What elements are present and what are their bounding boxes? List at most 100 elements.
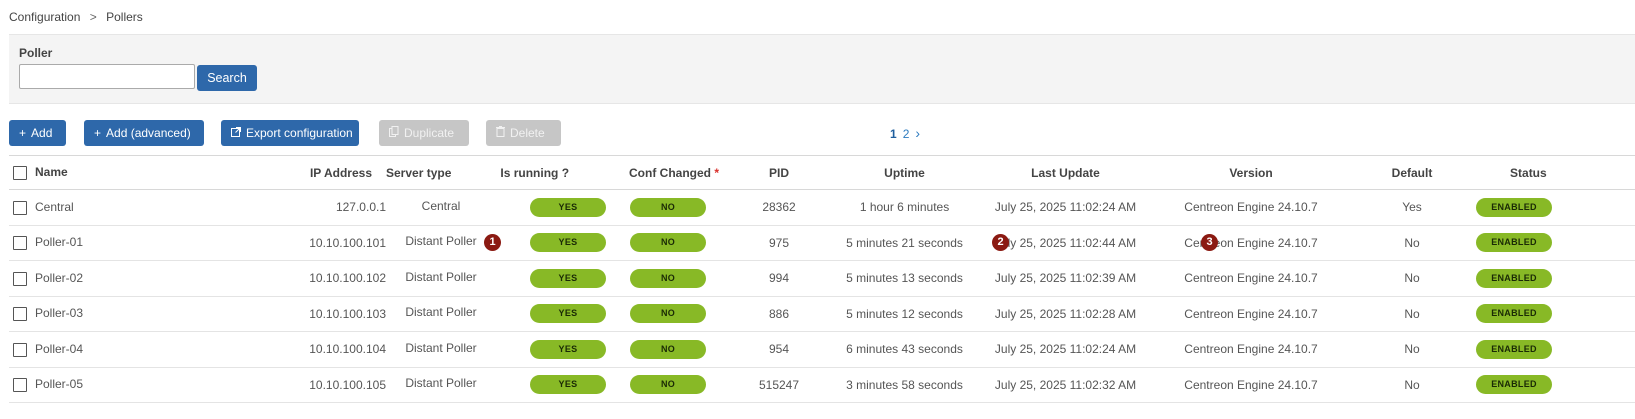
header-uptime[interactable]: Uptime: [829, 155, 981, 190]
cell-last-update: July 25, 2025 11:02:24 AM: [980, 189, 1152, 226]
add-advanced-button-label: Add (advanced): [106, 126, 191, 140]
header-ip[interactable]: IP Address: [209, 155, 396, 190]
conf-changed-badge: NO: [630, 197, 707, 217]
header-last-update[interactable]: Last Update: [980, 155, 1152, 190]
cell-pid: 975: [729, 225, 830, 261]
header-version[interactable]: Version: [1151, 155, 1352, 190]
poller-name-link[interactable]: Poller-04: [35, 342, 83, 356]
cell-default: No: [1351, 260, 1474, 297]
row-checkbox[interactable]: [13, 378, 27, 393]
header-server-type[interactable]: Server type Is running ?: [386, 155, 620, 190]
pagination: 1 2 ›: [890, 125, 926, 141]
table-row[interactable]: Central 127.0.0.1 Central YES NO 28362 1 hour …: [9, 189, 1635, 226]
table-row[interactable]: Poller-01 10.10.100.101 Distant Poller YES N…: [9, 225, 1635, 261]
cell-ip: 127.0.0.1: [209, 189, 396, 226]
cell-default: No: [1351, 367, 1474, 403]
status-badge: ENABLED: [1476, 197, 1553, 217]
cell-status: ENABLED: [1473, 331, 1635, 368]
cell-server-type-running: Distant Poller YES: [396, 260, 620, 297]
poller-search-input[interactable]: [19, 64, 195, 89]
page-1-link[interactable]: 1: [890, 127, 897, 141]
page-2-link[interactable]: 2: [903, 127, 910, 141]
cell-last-update: July 25, 2025 11:02:28 AM: [980, 296, 1152, 332]
pollers-table: Name IP Address Server type Is running ? …: [9, 155, 1635, 403]
cell-pid: 28362: [729, 189, 830, 226]
cell-version: Centreon Engine 24.10.7: [1151, 367, 1352, 403]
next-page-icon[interactable]: ›: [915, 125, 920, 141]
row-checkbox[interactable]: [13, 236, 27, 251]
cell-ip: 10.10.100.105: [209, 367, 396, 403]
conf-changed-badge: NO: [630, 339, 707, 359]
duplicate-button-label: Duplicate: [404, 126, 455, 140]
trash-icon: [496, 120, 505, 146]
breadcrumb-configuration[interactable]: Configuration: [9, 10, 80, 24]
cell-name: Poller-03: [9, 296, 209, 332]
cell-pid: 886: [729, 296, 830, 332]
cell-ip: 10.10.100.102: [209, 260, 396, 297]
export-configuration-button[interactable]: Export configuration: [221, 120, 359, 146]
external-link-icon: [231, 120, 241, 146]
row-checkbox[interactable]: [13, 342, 27, 357]
cell-last-update: July 25, 2025 11:02:32 AM: [980, 367, 1152, 403]
conf-changed-badge: NO: [630, 375, 707, 395]
table-row[interactable]: Poller-04 10.10.100.104 Distant Poller YES N…: [9, 331, 1635, 368]
table-row[interactable]: Poller-02 10.10.100.102 Distant Poller YES N…: [9, 260, 1635, 297]
poller-name-link[interactable]: Poller-05: [35, 377, 83, 391]
cell-server-type-running: Distant Poller YES: [396, 225, 620, 261]
header-server-type-label: Server type: [386, 165, 452, 180]
cell-conf-changed: NO: [619, 260, 730, 297]
running-badge: YES: [530, 339, 606, 359]
running-badge: YES: [530, 233, 606, 253]
cell-name: Central: [9, 189, 209, 226]
row-checkbox[interactable]: [13, 307, 27, 322]
cell-name: Poller-05: [9, 367, 209, 403]
duplicate-button[interactable]: Duplicate: [379, 120, 469, 146]
search-button[interactable]: Search: [197, 65, 257, 91]
cell-default: No: [1351, 331, 1474, 368]
cell-conf-changed: NO: [619, 331, 730, 368]
row-checkbox[interactable]: [13, 200, 27, 215]
delete-button[interactable]: Delete: [486, 120, 561, 146]
header-name-label: Name: [35, 165, 68, 180]
cell-pid: 515247: [729, 367, 830, 403]
breadcrumb: Configuration > Pollers: [9, 10, 143, 24]
poller-name-link[interactable]: Poller-02: [35, 271, 83, 285]
row-checkbox[interactable]: [13, 271, 27, 286]
cell-conf-changed: NO: [619, 367, 730, 403]
status-badge: ENABLED: [1476, 339, 1553, 359]
cell-version: Centreon Engine 24.10.7: [1151, 296, 1352, 332]
cell-version: Centreon Engine 24.10.7: [1151, 189, 1352, 226]
running-badge: YES: [530, 197, 606, 217]
add-advanced-button[interactable]: + Add (advanced): [84, 120, 204, 146]
header-default[interactable]: Default: [1351, 155, 1474, 190]
poller-name-link[interactable]: Central: [35, 200, 74, 214]
cell-server-type: Distant Poller: [405, 376, 477, 391]
header-running-label: Is running ?: [500, 165, 570, 180]
cell-ip: 10.10.100.104: [209, 331, 396, 368]
filter-panel: Poller Search: [9, 34, 1635, 104]
cell-version: Centreon Engine 24.10.7: [1151, 225, 1352, 261]
cell-conf-changed: NO: [619, 189, 730, 226]
required-marker: *: [714, 165, 720, 180]
header-status[interactable]: Status: [1473, 155, 1635, 190]
running-badge: YES: [530, 304, 606, 324]
conf-changed-badge: NO: [630, 233, 707, 253]
table-row[interactable]: Poller-03 10.10.100.103 Distant Poller YES N…: [9, 296, 1635, 332]
header-conf-changed[interactable]: Conf Changed *: [619, 155, 730, 190]
select-all-checkbox[interactable]: [13, 165, 27, 180]
cell-ip: 10.10.100.103: [209, 296, 396, 332]
header-name[interactable]: Name: [9, 155, 209, 190]
cell-server-type-running: Distant Poller YES: [396, 367, 620, 403]
table-row[interactable]: Poller-05 10.10.100.105 Distant Poller YES N…: [9, 367, 1635, 403]
cell-server-type-running: Distant Poller YES: [396, 296, 620, 332]
cell-default: No: [1351, 225, 1474, 261]
cell-uptime: 5 minutes 21 seconds: [829, 225, 981, 261]
poller-name-link[interactable]: Poller-01: [35, 235, 83, 249]
poller-name-link[interactable]: Poller-03: [35, 306, 83, 320]
cell-status: ENABLED: [1473, 225, 1635, 261]
header-pid[interactable]: PID: [729, 155, 830, 190]
breadcrumb-pollers[interactable]: Pollers: [106, 10, 143, 24]
cell-pid: 954: [729, 331, 830, 368]
status-badge: ENABLED: [1476, 304, 1553, 324]
add-button[interactable]: + Add: [9, 120, 66, 146]
